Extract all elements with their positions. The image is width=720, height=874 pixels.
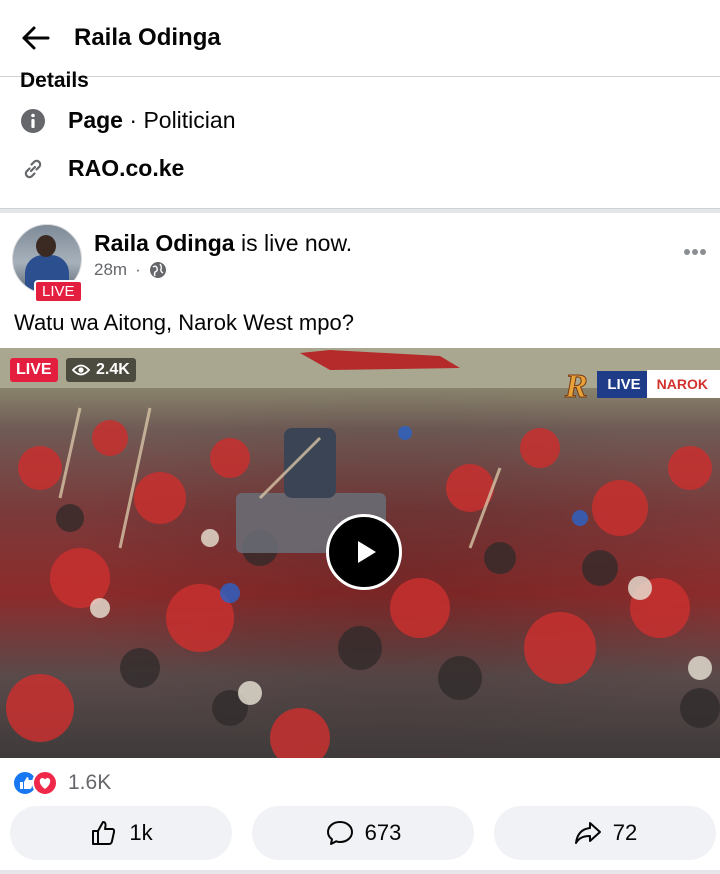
channel-logo: R LIVE NAROK — [561, 368, 720, 402]
play-icon — [358, 541, 376, 563]
meta-separator-dot: · — [135, 260, 141, 279]
back-button[interactable] — [18, 20, 54, 56]
info-icon — [21, 109, 45, 133]
channel-r-logo-icon: R — [564, 368, 589, 402]
website-link[interactable]: RAO.co.ke — [68, 155, 184, 182]
post-meta: 28m · — [94, 260, 167, 280]
comment-icon — [326, 821, 353, 845]
viewer-count-badge: 2.4K — [66, 358, 136, 382]
detail-row-website[interactable]: RAO.co.ke — [0, 149, 720, 189]
page-category: Politician — [143, 107, 236, 133]
channel-live-label: LIVE — [597, 370, 647, 398]
play-button[interactable] — [326, 514, 402, 590]
link-icon — [24, 159, 42, 179]
details-heading: Details — [20, 69, 89, 92]
share-icon — [574, 822, 601, 844]
section-divider — [0, 208, 720, 213]
back-arrow-icon — [22, 26, 50, 50]
reaction-count: 1.6K — [68, 771, 112, 794]
thumbs-up-icon — [92, 821, 116, 845]
post-header: LIVE Raila Odinga is live now. 28m · — [0, 214, 720, 304]
svg-text:R: R — [564, 368, 588, 401]
post-author-line: Raila Odinga is live now. — [94, 230, 352, 257]
share-button[interactable]: 72 — [494, 806, 716, 860]
globe-icon — [149, 262, 166, 278]
love-reaction-icon — [32, 770, 58, 796]
eye-icon — [72, 364, 90, 376]
viewer-count: 2.4K — [96, 361, 130, 378]
like-button[interactable]: 1k — [10, 806, 232, 860]
reactions-summary[interactable]: 1.6K — [12, 770, 111, 796]
share-count: 72 — [612, 820, 638, 845]
post-action-bar: 1k 673 72 — [0, 806, 720, 862]
post-status: is live now. — [240, 230, 353, 256]
post-time[interactable]: 28m — [94, 260, 127, 280]
top-bar: Raila Odinga — [0, 0, 720, 77]
page-title: Raila Odinga — [74, 24, 221, 51]
live-video[interactable]: LIVE 2.4K R LIVE NAROK — [0, 348, 720, 758]
like-count: 1k — [129, 820, 153, 845]
avatar-live-badge: LIVE — [34, 280, 83, 303]
bottom-divider — [0, 870, 720, 874]
comment-count: 673 — [364, 820, 402, 845]
more-options-button[interactable] — [684, 242, 712, 262]
detail-row-category: Page · Politician — [0, 101, 720, 141]
video-live-badge: LIVE — [10, 358, 58, 382]
post-caption: Watu wa Aitong, Narok West mpo? — [14, 310, 354, 335]
page-type-label: Page — [68, 107, 123, 133]
author-avatar[interactable]: LIVE — [12, 224, 83, 306]
details-section: Details Page · Politician RAO.co.ke — [0, 69, 720, 209]
page-category-text: Page · Politician — [68, 107, 236, 133]
reaction-icons — [12, 770, 62, 796]
comment-button[interactable]: 673 — [252, 806, 474, 860]
channel-location-label: NAROK — [646, 370, 720, 398]
post-author-name[interactable]: Raila Odinga — [94, 230, 235, 256]
